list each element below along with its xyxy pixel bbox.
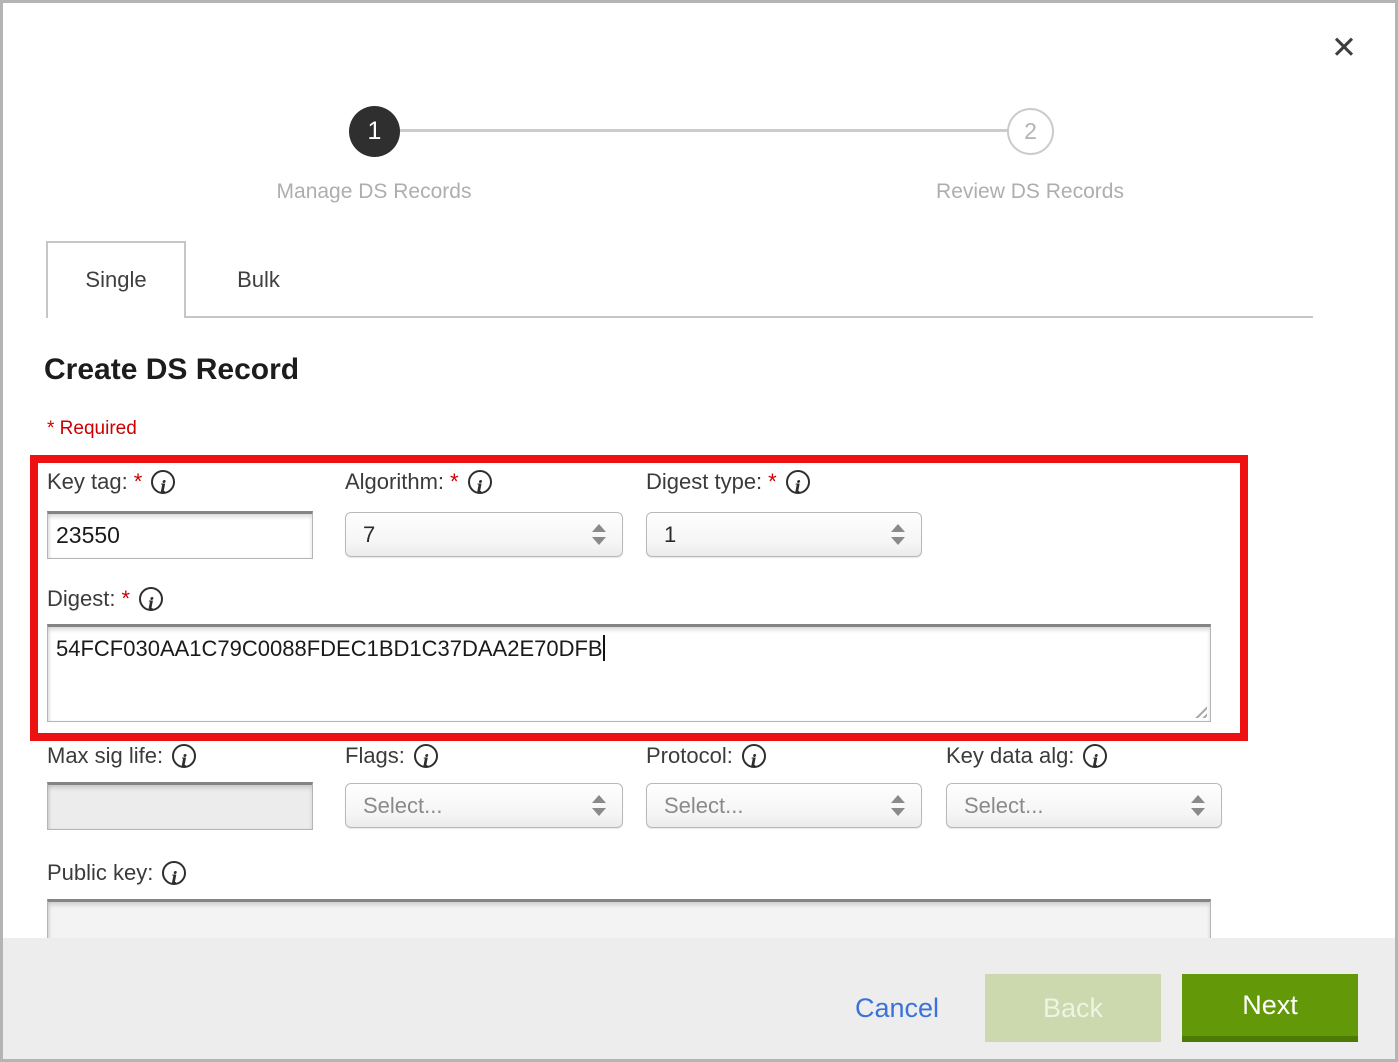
max-sig-life-label: Max sig life: i [47,743,196,769]
protocol-select[interactable]: Select... [646,783,922,828]
max-sig-life-input[interactable] [47,782,313,830]
algorithm-select[interactable]: 7 [345,512,623,557]
info-icon[interactable]: i [172,744,196,768]
key-data-alg-label-text: Key data alg: [946,743,1074,768]
tab-bulk[interactable]: Bulk [186,241,331,318]
required-asterisk: * [134,469,143,494]
info-icon[interactable]: i [1083,744,1107,768]
public-key-label-text: Public key: [47,860,153,885]
info-icon[interactable]: i [742,744,766,768]
digest-type-label-text: Digest type: [646,469,762,494]
digest-type-select[interactable]: 1 [646,512,922,557]
protocol-label-text: Protocol: [646,743,733,768]
digest-value: 54FCF030AA1C79C0088FDEC1BD1C37DAA2E70DFB [56,636,603,661]
info-icon[interactable]: i [139,587,163,611]
digest-type-select-value: 1 [664,522,676,547]
cancel-button[interactable]: Cancel [855,993,939,1024]
required-asterisk: * [450,469,459,494]
select-arrows-icon [592,784,606,827]
tab-underline [185,316,1313,318]
key-data-alg-select[interactable]: Select... [946,783,1222,828]
protocol-select-value: Select... [664,793,743,818]
create-ds-record-modal: ✕ 1 2 Manage DS Records Review DS Record… [0,0,1398,1062]
algorithm-label: Algorithm:* i [345,469,492,495]
stepper-connector [373,129,1031,132]
digest-textarea[interactable]: 54FCF030AA1C79C0088FDEC1BD1C37DAA2E70DFB [47,624,1211,722]
text-caret [603,635,605,661]
modal-footer: Cancel Back Next [3,938,1395,1059]
max-sig-life-label-text: Max sig life: [47,743,163,768]
flags-label-text: Flags: [345,743,405,768]
key-data-alg-label: Key data alg: i [946,743,1107,769]
required-asterisk: * [768,469,777,494]
digest-label-text: Digest: [47,586,115,611]
info-icon[interactable]: i [468,470,492,494]
select-arrows-icon [891,784,905,827]
back-button[interactable]: Back [985,974,1161,1042]
key-data-alg-select-value: Select... [964,793,1043,818]
step-1-circle: 1 [349,106,400,157]
info-icon[interactable]: i [786,470,810,494]
key-tag-label-text: Key tag: [47,469,128,494]
algorithm-label-text: Algorithm: [345,469,444,494]
info-icon[interactable]: i [162,861,186,885]
info-icon[interactable]: i [151,470,175,494]
flags-label: Flags: i [345,743,438,769]
key-tag-label: Key tag:* i [47,469,175,495]
next-button[interactable]: Next [1182,974,1358,1042]
digest-type-label: Digest type:* i [646,469,810,495]
step-2-circle: 2 [1007,108,1054,155]
algorithm-select-value: 7 [363,522,375,547]
step-1-label: Manage DS Records [224,180,524,204]
select-arrows-icon [891,513,905,556]
required-asterisk: * [121,586,130,611]
tab-single[interactable]: Single [46,241,186,318]
required-note: * Required [47,418,137,440]
digest-label: Digest:* i [47,586,163,612]
flags-select-value: Select... [363,793,442,818]
resize-grip-icon[interactable] [1192,703,1207,718]
info-icon[interactable]: i [414,744,438,768]
select-arrows-icon [592,513,606,556]
step-2-label: Review DS Records [880,180,1180,204]
protocol-label: Protocol: i [646,743,766,769]
page-title: Create DS Record [44,353,299,387]
close-icon[interactable]: ✕ [1323,27,1365,69]
public-key-label: Public key: i [47,860,186,886]
flags-select[interactable]: Select... [345,783,623,828]
key-tag-input[interactable]: 23550 [47,511,313,559]
select-arrows-icon [1191,784,1205,827]
